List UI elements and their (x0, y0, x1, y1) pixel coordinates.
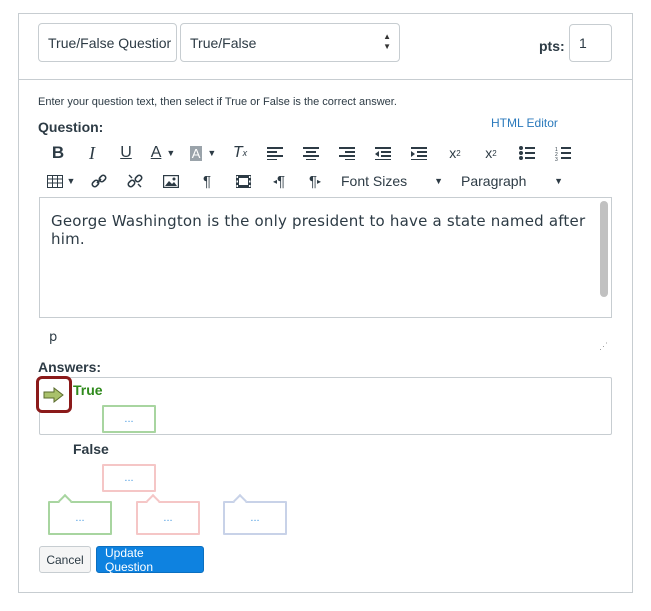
correct-comments-button[interactable]: ... (48, 493, 112, 535)
answer-false-comment-button[interactable]: ... (102, 464, 156, 492)
select-arrows-icon: ▲ ▼ (383, 32, 391, 51)
unlink-icon[interactable] (117, 169, 153, 193)
question-type-value: True/False (190, 35, 257, 51)
bullet-list-icon[interactable] (509, 141, 545, 165)
numbered-list-icon[interactable]: 123 (545, 141, 581, 165)
editor-toolbar-row-2: ▼ ¶ ◂ ¶ ¶ ▸ Font Sizes ▼ Paragraph ▼ (41, 168, 569, 194)
align-center-icon[interactable] (293, 141, 329, 165)
subscript-icon[interactable]: x2 (473, 141, 509, 165)
italic-icon[interactable]: I (75, 141, 109, 165)
answers-label: Answers: (38, 359, 102, 375)
element-path-indicator: p (49, 330, 58, 345)
background-color-icon[interactable]: A ▼ (183, 141, 223, 165)
outdent-icon[interactable] (365, 141, 401, 165)
align-left-icon[interactable] (257, 141, 293, 165)
comment-placeholder: ... (250, 512, 260, 524)
comment-placeholder: ... (75, 512, 85, 524)
bold-icon[interactable]: B (41, 141, 75, 165)
font-sizes-dropdown[interactable]: Font Sizes ▼ (333, 169, 451, 193)
table-icon[interactable]: ▼ (41, 169, 81, 193)
question-type-select[interactable]: True/False ▲ ▼ (180, 23, 400, 62)
image-icon[interactable] (153, 169, 189, 193)
comment-placeholder: ... (124, 472, 134, 484)
indent-icon[interactable] (401, 141, 437, 165)
question-editor-panel: True/False Questior True/False ▲ ▼ pts: 1… (18, 13, 633, 593)
clear-formatting-icon[interactable]: Tx (223, 141, 257, 165)
html-editor-link[interactable]: HTML Editor (491, 116, 558, 130)
editor-toolbar-row-1: B I U A ▼ A ▼ Tx x2 x2 123 (41, 140, 581, 166)
answer-true-label[interactable]: True (73, 382, 103, 398)
cancel-button[interactable]: Cancel (39, 546, 91, 573)
pilcrow-icon[interactable]: ¶ (189, 169, 225, 193)
neutral-comments-button[interactable]: ... (223, 493, 287, 535)
comment-placeholder: ... (124, 413, 134, 425)
svg-text:3: 3 (555, 157, 558, 161)
comment-placeholder: ... (163, 512, 173, 524)
question-title-input[interactable]: True/False Questior (38, 23, 177, 62)
paragraph-label: Paragraph (461, 173, 527, 189)
chevron-down-icon: ▼ (554, 176, 563, 186)
right-arrow-icon (43, 386, 64, 403)
correct-answer-arrow-button[interactable] (36, 376, 72, 413)
paragraph-dropdown[interactable]: Paragraph ▼ (451, 169, 569, 193)
rtl-icon[interactable]: ◂ ¶ (261, 169, 297, 193)
update-question-button[interactable]: Update Question (96, 546, 204, 574)
chevron-down-icon: ▼ (434, 176, 443, 186)
align-right-icon[interactable] (329, 141, 365, 165)
ltr-icon[interactable]: ¶ ▸ (297, 169, 333, 193)
resize-handle-icon[interactable]: ⋰ (599, 341, 608, 352)
answer-false-label[interactable]: False (73, 441, 109, 457)
instructions-text: Enter your question text, then select if… (38, 96, 397, 108)
link-icon[interactable] (81, 169, 117, 193)
question-label: Question: (38, 119, 104, 135)
underline-icon[interactable]: U (109, 141, 143, 165)
question-text-editor[interactable]: George Washington is the only president … (39, 197, 612, 318)
question-text[interactable]: George Washington is the only president … (51, 212, 611, 248)
incorrect-comments-button[interactable]: ... (136, 493, 200, 535)
question-header: True/False Questior True/False ▲ ▼ pts: 1 (19, 14, 632, 80)
points-input[interactable]: 1 (569, 24, 612, 62)
text-color-icon[interactable]: A ▼ (143, 141, 183, 165)
points-label: pts: (539, 38, 565, 54)
media-icon[interactable] (225, 169, 261, 193)
superscript-icon[interactable]: x2 (437, 141, 473, 165)
editor-scrollbar[interactable] (600, 201, 608, 297)
answer-true-comment-button[interactable]: ... (102, 405, 156, 433)
font-sizes-label: Font Sizes (341, 173, 408, 189)
